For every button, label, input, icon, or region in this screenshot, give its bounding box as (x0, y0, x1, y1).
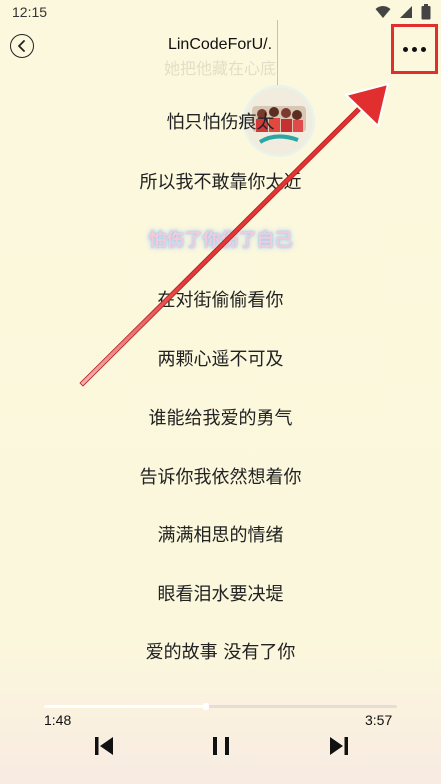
status-bar: 12:15 (0, 0, 441, 28)
chevron-left-icon (17, 37, 27, 56)
more-dot-icon (403, 46, 408, 52)
player-controls: 1:48 3:57 (0, 690, 441, 784)
progress-bar[interactable] (44, 703, 397, 710)
next-button[interactable] (325, 734, 353, 762)
progress-fill (44, 705, 207, 708)
music-player-screen: 12:15 她把他藏在心底 LinCodeForU/. 怕只怕伤痕太 所以我不敢… (0, 0, 441, 784)
back-button[interactable] (10, 34, 34, 58)
lyric-line: 两颗心遥不可及 (157, 349, 284, 370)
lyric-line: 在对街偷偷看你 (157, 290, 284, 311)
top-bar: LinCodeForU/. (0, 30, 441, 74)
lyric-line: 怕只怕伤痕太 (166, 112, 275, 133)
skip-next-icon (328, 735, 350, 761)
lyric-line: 满满相思的情绪 (157, 525, 284, 546)
lyric-line: 爱的故事 没有了你 (145, 642, 296, 663)
wifi-icon (375, 5, 391, 19)
more-options-button[interactable] (391, 24, 438, 74)
status-time: 12:15 (12, 4, 48, 20)
battery-icon (421, 4, 431, 20)
signal-icon (399, 5, 413, 19)
lyric-line-current: 怕伤了你伤了自己 (148, 230, 293, 251)
lyric-line: 谁能给我爱的勇气 (148, 408, 293, 429)
album-art-string (277, 20, 278, 92)
pause-button[interactable] (207, 734, 235, 762)
more-dot-icon (412, 46, 417, 52)
current-time: 1:48 (44, 712, 72, 728)
more-dot-icon (421, 46, 426, 52)
status-icons (375, 4, 431, 20)
lyric-line: 所以我不敢靠你太近 (139, 172, 302, 193)
pause-icon (210, 735, 232, 761)
progress-thumb[interactable] (203, 703, 210, 710)
song-title: LinCodeForU/. (167, 36, 273, 53)
previous-button[interactable] (90, 734, 118, 762)
total-time: 3:57 (365, 712, 393, 728)
lyric-line: 眼看泪水要决堤 (157, 584, 284, 605)
skip-previous-icon (93, 735, 115, 761)
lyric-line: 告诉你我依然想着你 (139, 467, 302, 488)
